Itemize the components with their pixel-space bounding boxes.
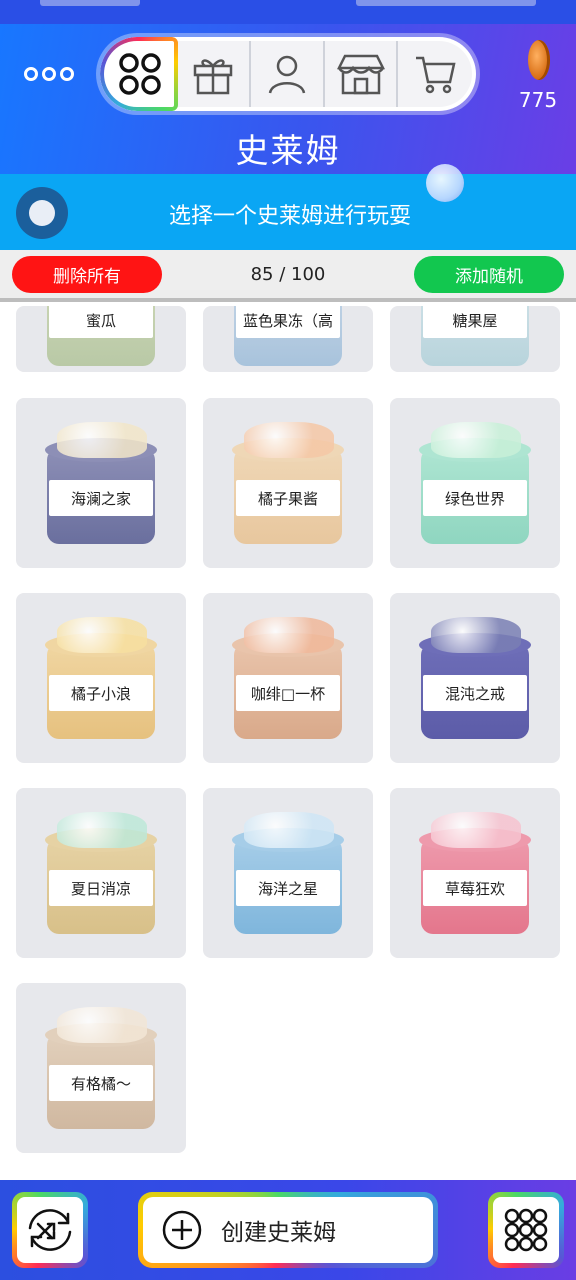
slime-label: 橘子小浪 xyxy=(49,675,153,711)
create-slime-button[interactable]: 创建史莱姆 xyxy=(138,1192,438,1268)
slime-card[interactable]: 海洋之星 xyxy=(203,788,373,958)
slime-card[interactable]: 混沌之戒 xyxy=(390,593,560,763)
slime-card[interactable]: 橘子果酱 xyxy=(203,398,373,568)
slime-label: 夏日消凉 xyxy=(49,870,153,906)
status-bar xyxy=(0,0,576,24)
delete-all-button[interactable]: 删除所有 xyxy=(12,256,162,293)
tab-grid[interactable] xyxy=(104,41,178,107)
add-random-button[interactable]: 添加随机 xyxy=(414,256,564,293)
cart-icon xyxy=(416,56,456,94)
slime-jar-icon: 夏日消凉 xyxy=(45,812,157,936)
action-bar: 删除所有 85 / 100 添加随机 xyxy=(0,250,576,302)
slime-label: 橘子果酱 xyxy=(236,480,340,516)
grid-view-button[interactable] xyxy=(488,1192,564,1268)
slime-toppings xyxy=(431,812,521,848)
status-icons-left xyxy=(40,0,140,6)
slime-jar-icon: 混沌之戒 xyxy=(419,617,531,741)
slime-jar-icon: 橘子果酱 xyxy=(232,422,344,546)
tab-store[interactable] xyxy=(324,41,399,107)
slime-card[interactable]: 咖绯□一杯 xyxy=(203,593,373,763)
store-icon xyxy=(336,54,385,95)
slime-card[interactable]: 有格橘～ xyxy=(16,983,186,1153)
slime-toppings xyxy=(57,422,147,458)
tab-cart[interactable] xyxy=(398,41,472,107)
slime-jar-icon: 咖绯□一杯 xyxy=(232,617,344,741)
slime-toppings xyxy=(57,617,147,653)
slime-label: 混沌之戒 xyxy=(423,675,527,711)
slime-toppings xyxy=(57,812,147,848)
grid-icon xyxy=(119,53,161,95)
bottom-bar: 创建史莱姆 xyxy=(0,1180,576,1280)
slime-jar-icon: 海洋之星 xyxy=(232,812,344,936)
shuffle-button[interactable] xyxy=(12,1192,88,1268)
slime-toppings xyxy=(244,617,334,653)
slime-toppings xyxy=(244,812,334,848)
slime-label: 蓝色果冻（高 xyxy=(236,306,340,338)
coin-icon xyxy=(528,40,550,80)
slime-grid: 蜜瓜 蓝色果冻（高 糖果屋海澜之家 橘子果酱 绿色世界橘子小浪 咖绯□一杯 混沌之戒夏日消凉… xyxy=(0,306,576,1178)
slime-label: 绿色世界 xyxy=(423,480,527,516)
slime-jar-icon: 有格橘～ xyxy=(45,1007,157,1131)
slime-card[interactable]: 草莓狂欢 xyxy=(390,788,560,958)
slime-card[interactable]: 橘子小浪 xyxy=(16,593,186,763)
instruction-text: 选择一个史莱姆进行玩耍 xyxy=(168,204,411,229)
slime-toppings xyxy=(431,422,521,458)
slime-jar-icon: 糖果屋 xyxy=(421,306,529,368)
slime-toppings xyxy=(431,617,521,653)
slime-toppings xyxy=(57,1007,147,1043)
slime-jar-icon: 蓝色果冻（高 xyxy=(234,306,342,368)
slime-card[interactable]: 绿色世界 xyxy=(390,398,560,568)
slime-label: 草莓狂欢 xyxy=(423,870,527,906)
slime-toppings xyxy=(244,422,334,458)
status-icons-right xyxy=(356,0,536,6)
slime-jar-icon: 草莓狂欢 xyxy=(419,812,531,936)
slime-jar-icon: 蜜瓜 xyxy=(47,306,155,368)
more-menu-button[interactable] xyxy=(24,62,78,86)
slime-label: 咖绯□一杯 xyxy=(236,675,340,711)
slime-jar-icon: 海澜之家 xyxy=(45,422,157,546)
slime-label: 有格橘～ xyxy=(49,1065,153,1101)
bubble-icon xyxy=(426,164,464,202)
tab-profile[interactable] xyxy=(251,41,325,107)
slime-jar-icon: 绿色世界 xyxy=(419,422,531,546)
grid-dots-icon xyxy=(504,1208,548,1252)
app-header: 775 史莱姆 xyxy=(0,24,576,174)
dot-icon xyxy=(60,67,74,81)
gift-icon xyxy=(194,59,233,95)
slime-card[interactable]: 夏日消凉 xyxy=(16,788,186,958)
slime-card[interactable]: 糖果屋 xyxy=(390,306,560,372)
slime-jar-icon: 橘子小浪 xyxy=(45,617,157,741)
plus-circle-icon xyxy=(162,1210,202,1250)
coin-count: 775 xyxy=(518,88,558,112)
create-slime-label: 创建史莱姆 xyxy=(221,1220,336,1246)
slime-counter: 85 / 100 xyxy=(250,264,326,285)
instruction-banner: 选择一个史莱姆进行玩耍 xyxy=(0,174,576,250)
slime-card[interactable]: 蓝色果冻（高 xyxy=(203,306,373,372)
slime-card[interactable]: 蜜瓜 xyxy=(16,306,186,372)
dot-icon xyxy=(24,67,38,81)
top-tab-bar xyxy=(100,37,476,111)
page-title: 史莱姆 xyxy=(235,131,341,170)
tab-gift[interactable] xyxy=(177,41,252,107)
slime-label: 糖果屋 xyxy=(423,306,527,338)
slime-label: 蜜瓜 xyxy=(49,306,153,338)
shuffle-icon xyxy=(28,1209,72,1251)
slime-label: 海澜之家 xyxy=(49,480,153,516)
slime-card[interactable]: 海澜之家 xyxy=(16,398,186,568)
user-icon xyxy=(268,55,306,94)
dot-icon xyxy=(42,67,56,81)
slime-label: 海洋之星 xyxy=(236,870,340,906)
